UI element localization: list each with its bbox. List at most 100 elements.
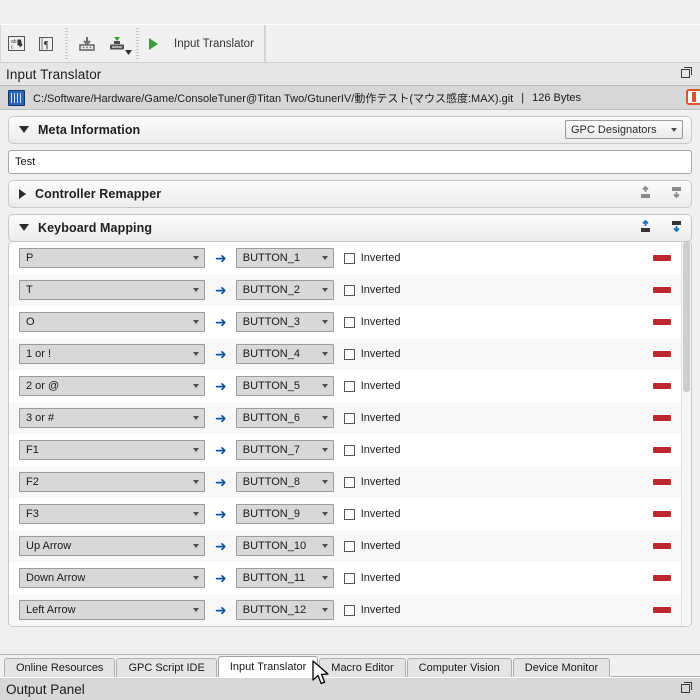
key-select[interactable]: Left Arrow	[19, 600, 205, 620]
inverted-checkbox[interactable]	[343, 284, 355, 296]
tab-computer-vision[interactable]: Computer Vision	[406, 658, 512, 677]
load-to-memory-slot-button[interactable]	[72, 29, 102, 59]
tab-gpc-script-ide[interactable]: GPC Script IDE	[116, 658, 217, 677]
remove-mapping-button[interactable]	[653, 415, 671, 421]
inverted-checkbox-wrap[interactable]: Inverted	[343, 476, 400, 488]
inverted-checkbox[interactable]	[343, 604, 355, 616]
remove-mapping-button[interactable]	[653, 287, 671, 293]
key-select[interactable]: F3	[19, 504, 205, 524]
tab-macro-editor[interactable]: Macro Editor	[319, 658, 406, 677]
button-select[interactable]: BUTTON_4	[235, 344, 334, 364]
inverted-checkbox-wrap[interactable]: Inverted	[343, 604, 400, 616]
remove-mapping-button[interactable]	[653, 511, 671, 517]
key-select[interactable]: O	[19, 312, 205, 332]
export-icon[interactable]	[670, 220, 683, 237]
inverted-checkbox[interactable]	[343, 540, 355, 552]
button-select[interactable]: BUTTON_8	[235, 472, 334, 492]
inverted-checkbox-wrap[interactable]: Inverted	[343, 380, 400, 392]
key-select[interactable]: Down Arrow	[19, 568, 205, 588]
tab-device-monitor[interactable]: Device Monitor	[512, 658, 611, 677]
inverted-checkbox[interactable]	[343, 572, 355, 584]
inverted-checkbox[interactable]	[343, 348, 355, 360]
export-icon[interactable]	[670, 186, 683, 203]
inverted-checkbox[interactable]	[343, 508, 355, 520]
play-icon	[149, 37, 158, 50]
remove-mapping-button[interactable]	[653, 319, 671, 325]
remove-mapping-button[interactable]	[653, 575, 671, 581]
button-select[interactable]: BUTTON_3	[235, 312, 334, 332]
button-select[interactable]: BUTTON_10	[235, 536, 334, 556]
restore-window-icon[interactable]	[681, 67, 692, 81]
button-select[interactable]: BUTTON_9	[235, 504, 334, 524]
gpc-designators-value: GPC Designators	[571, 123, 657, 136]
key-select[interactable]: F1	[19, 440, 205, 460]
error-badge-icon[interactable]	[686, 89, 700, 105]
tab-input-translator[interactable]: Input Translator	[217, 656, 319, 677]
meta-description-input[interactable]	[8, 150, 692, 174]
inverted-checkbox-wrap[interactable]: Inverted	[343, 316, 400, 328]
toolbar-separator-1	[65, 28, 68, 59]
key-select[interactable]: F2	[19, 472, 205, 492]
meta-information-header[interactable]: Meta Information GPC Designators	[9, 117, 691, 143]
mapping-scrollbar[interactable]	[681, 242, 691, 626]
button-select[interactable]: BUTTON_5	[235, 376, 334, 396]
remove-mapping-button[interactable]	[653, 351, 671, 357]
import-icon[interactable]	[639, 219, 652, 237]
inverted-checkbox-wrap[interactable]: Inverted	[343, 540, 400, 552]
button-select[interactable]: BUTTON_7	[235, 440, 334, 460]
key-select[interactable]: 3 or #	[19, 408, 205, 428]
collapse-triangle-icon[interactable]	[19, 125, 29, 133]
mapping-row: 1 or ! ➜ BUTTON_4 Inverted	[9, 338, 691, 370]
show-formatting-button[interactable]: ¶	[31, 29, 61, 59]
key-select[interactable]: 2 or @	[19, 376, 205, 396]
button-select[interactable]: BUTTON_11	[235, 568, 334, 588]
key-select[interactable]: P	[19, 248, 205, 268]
gpc-designators-select[interactable]: GPC Designators	[565, 120, 683, 139]
controller-remapper-header[interactable]: Controller Remapper	[9, 181, 691, 207]
key-select[interactable]: T	[19, 280, 205, 300]
inverted-checkbox-wrap[interactable]: Inverted	[343, 252, 400, 264]
button-select[interactable]: BUTTON_6	[235, 408, 334, 428]
button-select[interactable]: BUTTON_1	[235, 248, 334, 268]
inverted-checkbox[interactable]	[343, 444, 355, 456]
inverted-checkbox[interactable]	[343, 252, 355, 264]
remove-mapping-button[interactable]	[653, 383, 671, 389]
key-select[interactable]: Up Arrow	[19, 536, 205, 556]
inverted-checkbox-wrap[interactable]: Inverted	[343, 572, 400, 584]
inverted-checkbox[interactable]	[343, 380, 355, 392]
restore-window-icon[interactable]	[681, 682, 692, 696]
key-select-value: O	[26, 316, 35, 328]
key-select[interactable]: 1 or !	[19, 344, 205, 364]
inverted-checkbox-wrap[interactable]: Inverted	[343, 284, 400, 296]
remove-mapping-button[interactable]	[653, 607, 671, 613]
remove-mapping-button[interactable]	[653, 255, 671, 261]
file-path-bar: C:/Software/Hardware/Game/ConsoleTuner@T…	[0, 86, 700, 110]
inverted-checkbox[interactable]	[343, 412, 355, 424]
chevron-down-icon	[321, 480, 328, 484]
tab-online-resources[interactable]: Online Resources	[4, 658, 116, 677]
keyboard-mapping-header[interactable]: Keyboard Mapping	[9, 215, 691, 241]
inverted-checkbox-wrap[interactable]: Inverted	[343, 412, 400, 424]
compile-and-load-button[interactable]	[102, 29, 132, 59]
key-select-value: T	[26, 284, 33, 296]
button-select[interactable]: BUTTON_12	[235, 600, 334, 620]
inverted-checkbox[interactable]	[343, 316, 355, 328]
import-icon[interactable]	[639, 185, 652, 203]
inverted-checkbox[interactable]	[343, 476, 355, 488]
word-wrap-button[interactable]: ab c	[1, 29, 31, 59]
remove-mapping-button[interactable]	[653, 479, 671, 485]
mapping-scrollbar-thumb[interactable]	[683, 242, 690, 392]
show-formatting-icon: ¶	[39, 36, 53, 51]
expand-triangle-icon[interactable]	[19, 189, 26, 199]
button-select[interactable]: BUTTON_2	[235, 280, 334, 300]
inverted-checkbox-wrap[interactable]: Inverted	[343, 348, 400, 360]
chevron-down-icon	[193, 448, 199, 452]
inverted-checkbox-wrap[interactable]: Inverted	[343, 444, 400, 456]
compile-and-load-icon	[110, 36, 124, 49]
remove-mapping-button[interactable]	[653, 543, 671, 549]
remove-mapping-button[interactable]	[653, 447, 671, 453]
inverted-checkbox-wrap[interactable]: Inverted	[343, 508, 400, 520]
run-input-translator-button[interactable]: Input Translator	[143, 25, 265, 62]
collapse-triangle-icon[interactable]	[19, 223, 29, 231]
meta-information-group: Meta Information GPC Designators	[8, 116, 692, 144]
